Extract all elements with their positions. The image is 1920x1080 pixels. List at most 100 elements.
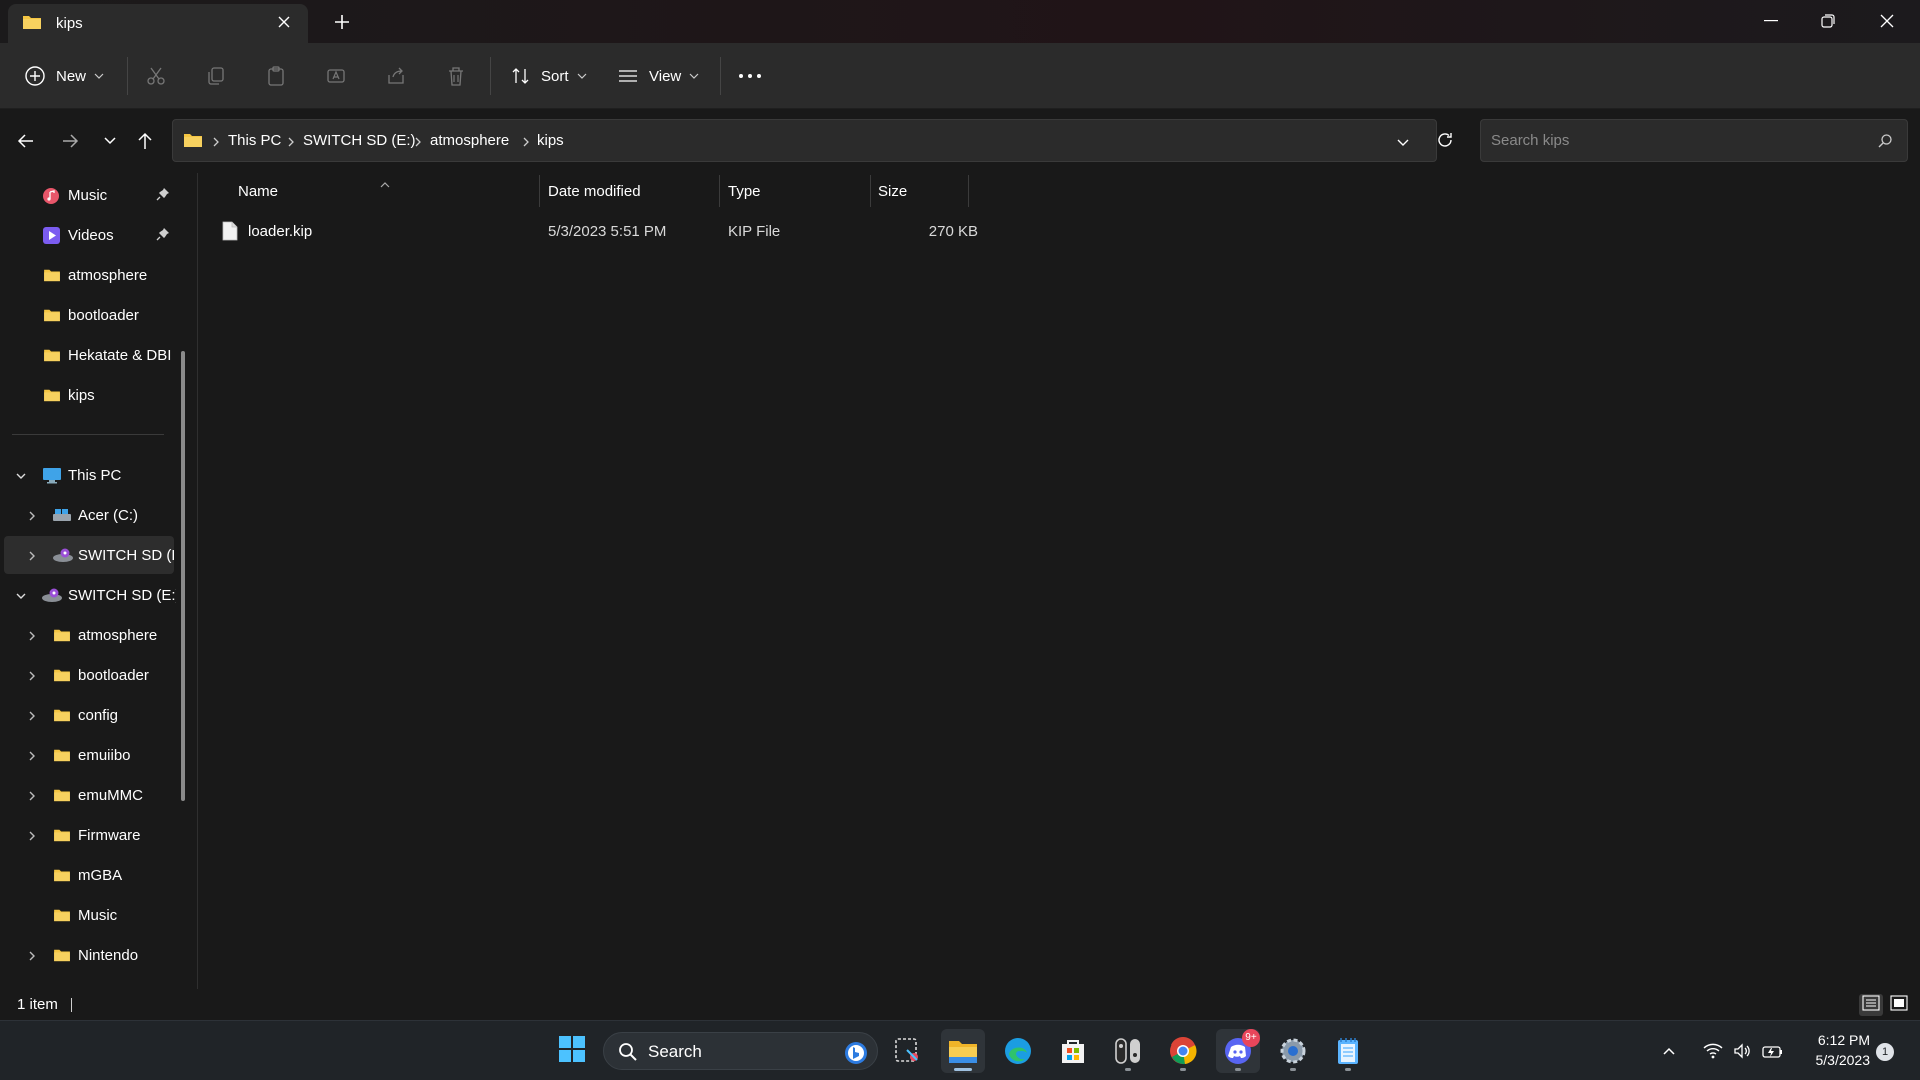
microsoft-store-icon[interactable] — [1051, 1029, 1095, 1073]
sidebar-scrollbar[interactable] — [181, 351, 185, 801]
start-button[interactable] — [550, 1029, 594, 1073]
forward-button[interactable] — [56, 127, 84, 155]
chevron-right-icon[interactable] — [26, 549, 38, 561]
chevron-right-icon[interactable] — [26, 789, 38, 801]
sidebar-item-emummc-folder[interactable]: emuMMC — [0, 776, 176, 814]
notepad-icon[interactable] — [1326, 1029, 1370, 1073]
sidebar-item-emuiibo-folder[interactable]: emuiibo — [0, 736, 176, 774]
view-button[interactable]: View — [617, 58, 699, 94]
sidebar-item-switch-sd-expanded[interactable]: SWITCH SD (E:) — [0, 576, 176, 614]
sidebar-item-atmosphere-folder[interactable]: atmosphere — [0, 616, 176, 654]
chevron-down-icon — [94, 73, 104, 79]
new-button[interactable]: New — [24, 58, 104, 94]
snipping-tool-icon[interactable] — [886, 1029, 930, 1073]
close-window-button[interactable] — [1864, 6, 1910, 36]
sidebar-item-bootloader-folder[interactable]: bootloader — [0, 656, 176, 694]
rename-button[interactable] — [325, 58, 347, 94]
chevron-right-icon[interactable] — [26, 709, 38, 721]
breadcrumb-kips[interactable]: kips — [537, 120, 564, 161]
column-header-date[interactable]: Date modified — [548, 173, 641, 209]
minimize-button[interactable] — [1748, 6, 1794, 36]
search-box[interactable] — [1480, 119, 1908, 162]
search-input[interactable] — [1491, 120, 1871, 161]
back-button[interactable] — [12, 127, 40, 155]
chevron-right-icon[interactable] — [26, 509, 38, 521]
folder-icon — [53, 828, 71, 846]
sidebar-item-atmosphere[interactable]: atmosphere — [0, 256, 176, 294]
breadcrumb-switch-sd[interactable]: SWITCH SD (E:) — [303, 120, 416, 161]
column-divider[interactable] — [719, 175, 720, 207]
sidebar-item-videos[interactable]: Videos — [0, 216, 176, 254]
discord-icon[interactable]: 9+ — [1216, 1029, 1260, 1073]
chevron-right-icon[interactable] — [26, 749, 38, 761]
address-bar[interactable]: This PC SWITCH SD (E:) atmosphere kips — [172, 119, 1437, 162]
large-icons-view-button[interactable] — [1887, 994, 1911, 1016]
sidebar-item-nintendo-folder[interactable]: Nintendo — [0, 936, 176, 974]
cut-button[interactable] — [145, 58, 167, 94]
share-button[interactable] — [385, 58, 407, 94]
sidebar-item-hekatate-dbi[interactable]: Hekatate & DBI — [0, 336, 176, 374]
edge-icon[interactable] — [996, 1029, 1040, 1073]
column-divider[interactable] — [870, 175, 871, 207]
refresh-button[interactable] — [1431, 126, 1459, 154]
running-indicator — [954, 1068, 972, 1071]
copy-button[interactable] — [205, 58, 227, 94]
chevron-right-icon[interactable] — [26, 629, 38, 641]
address-history-dropdown[interactable] — [1396, 135, 1410, 152]
file-explorer-icon[interactable] — [941, 1029, 985, 1073]
column-header-size[interactable]: Size — [878, 173, 907, 209]
notification-count-badge[interactable]: 1 — [1876, 1043, 1894, 1061]
pin-icon[interactable] — [156, 187, 170, 205]
running-indicator — [1345, 1068, 1351, 1071]
clock[interactable]: 6:12 PM 5/3/2023 — [1800, 1030, 1871, 1070]
chrome-icon[interactable] — [1161, 1029, 1205, 1073]
folder-icon — [53, 708, 71, 726]
chevron-right-icon[interactable] — [26, 829, 38, 841]
sort-button[interactable]: Sort — [510, 58, 587, 94]
sidebar-item-mgba-folder[interactable]: mGBA — [0, 856, 176, 894]
sidebar-item-firmware-folder[interactable]: Firmware — [0, 816, 176, 854]
battery-icon[interactable] — [1762, 1021, 1784, 1080]
more-options-button[interactable] — [738, 58, 762, 94]
chevron-down-icon[interactable] — [15, 469, 27, 481]
settings-icon[interactable] — [1271, 1029, 1315, 1073]
wifi-icon[interactable] — [1703, 1021, 1723, 1080]
chevron-down-icon[interactable] — [15, 589, 27, 601]
column-divider[interactable] — [968, 175, 969, 207]
paste-button[interactable] — [265, 58, 287, 94]
pin-icon[interactable] — [156, 227, 170, 245]
folder-icon — [43, 268, 61, 286]
table-row[interactable]: loader.kip 5/3/2023 5:51 PM KIP File 270… — [218, 215, 978, 247]
sort-label: Sort — [541, 67, 569, 85]
show-hidden-icons-button[interactable] — [1662, 1021, 1676, 1080]
breadcrumb-atmosphere[interactable]: atmosphere — [430, 120, 509, 161]
column-header-type[interactable]: Type — [728, 173, 761, 209]
breadcrumb-this-pc[interactable]: This PC — [228, 120, 281, 161]
sidebar-item-config-folder[interactable]: config — [0, 696, 176, 734]
sidebar-item-kips[interactable]: kips — [0, 376, 176, 414]
column-divider[interactable] — [539, 175, 540, 207]
recent-locations-button[interactable] — [96, 127, 124, 155]
tab-kips[interactable]: kips — [8, 4, 308, 43]
sidebar-item-bootloader[interactable]: bootloader — [0, 296, 176, 334]
chevron-right-icon[interactable] — [26, 669, 38, 681]
restore-button[interactable] — [1805, 6, 1851, 36]
up-button[interactable] — [131, 127, 159, 155]
volume-icon[interactable] — [1733, 1021, 1753, 1080]
nintendo-switch-icon[interactable] — [1106, 1029, 1150, 1073]
sidebar-item-acer-c[interactable]: Acer (C:) — [0, 496, 176, 534]
new-tab-button[interactable] — [330, 10, 354, 34]
chevron-right-icon[interactable] — [26, 949, 38, 961]
file-name[interactable]: loader.kip — [248, 215, 312, 247]
column-header-name[interactable]: Name — [238, 173, 278, 209]
sidebar-item-switch-sd[interactable]: SWITCH SD (E:) — [4, 536, 174, 574]
file-type: KIP File — [728, 222, 781, 240]
details-view-button[interactable] — [1859, 994, 1883, 1016]
close-tab-icon[interactable] — [276, 14, 292, 30]
delete-button[interactable] — [445, 58, 467, 94]
sidebar-item-music-folder[interactable]: Music — [0, 896, 176, 934]
search-icon[interactable] — [1877, 133, 1893, 153]
sidebar-item-music[interactable]: Music — [0, 176, 176, 214]
sidebar-item-this-pc[interactable]: This PC — [0, 456, 176, 494]
taskbar-search[interactable]: Search — [603, 1032, 878, 1070]
